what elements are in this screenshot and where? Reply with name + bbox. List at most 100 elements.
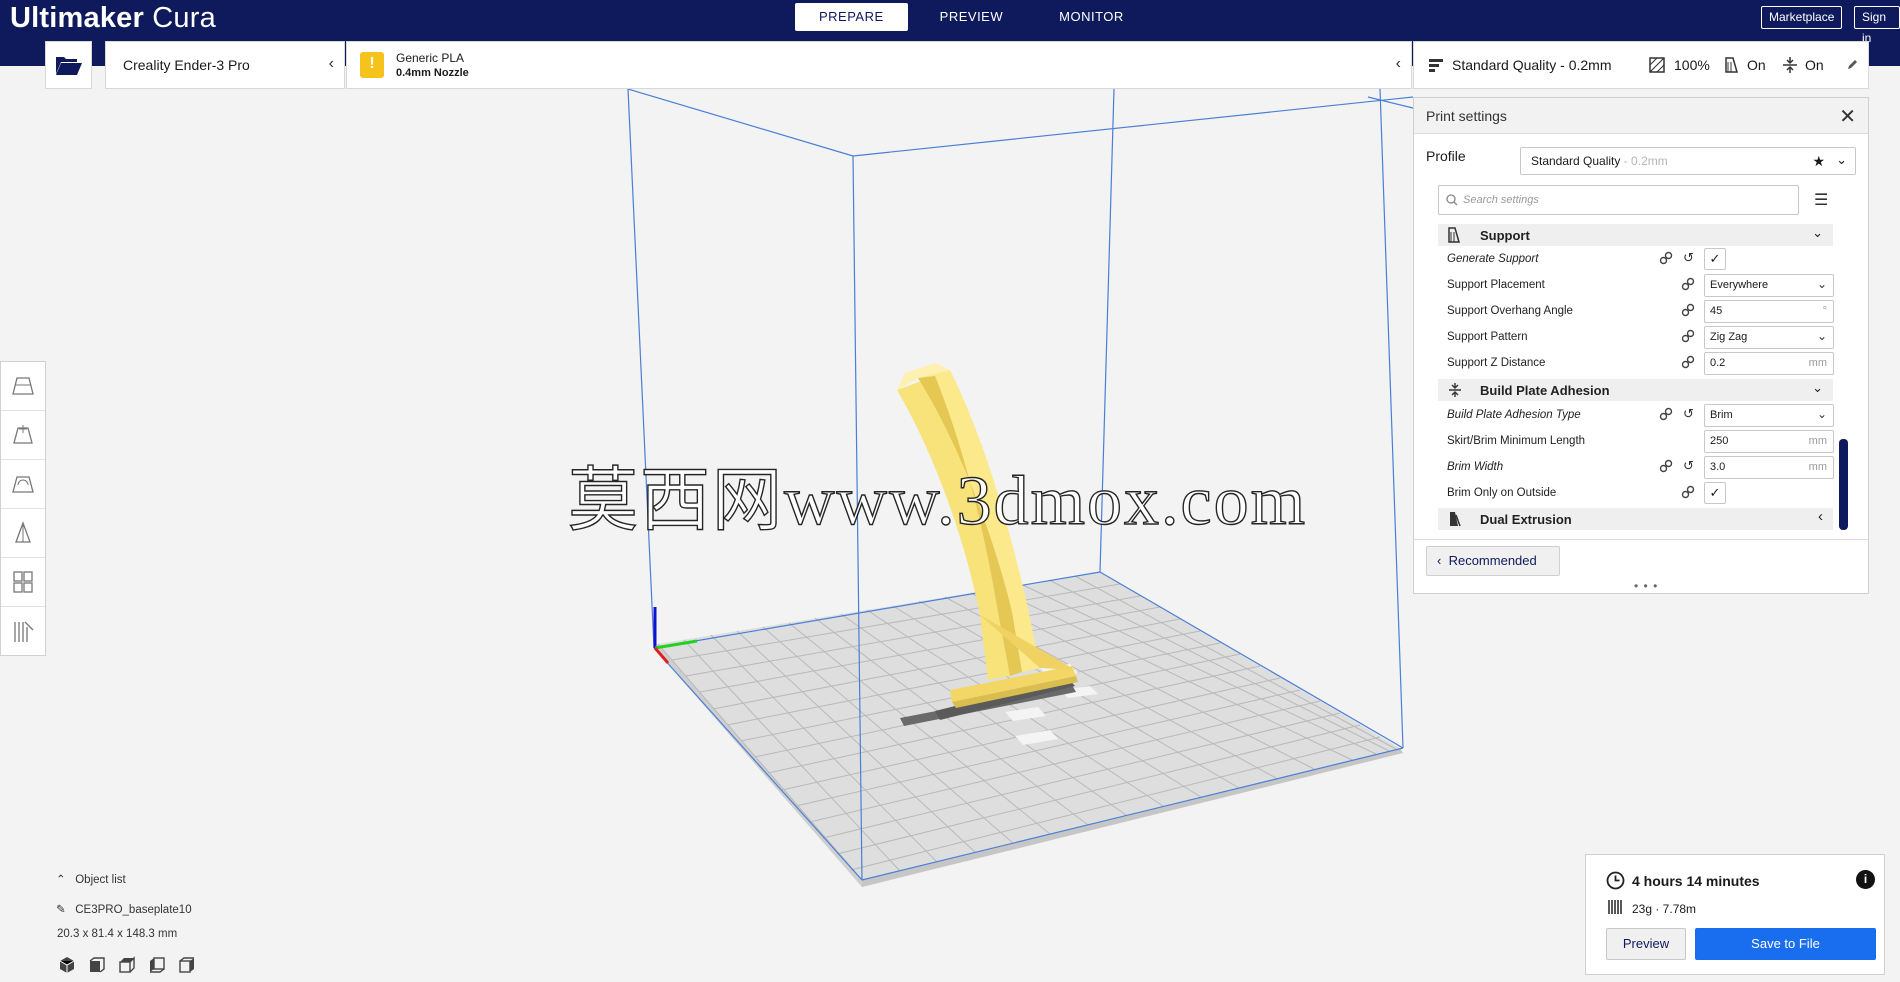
link-icon[interactable] bbox=[1681, 303, 1695, 317]
tab-preview[interactable]: PREVIEW bbox=[916, 3, 1027, 31]
link-icon[interactable] bbox=[1681, 485, 1695, 499]
settings-scrollbar[interactable] bbox=[1839, 439, 1848, 530]
view-left-icon[interactable] bbox=[148, 956, 166, 974]
support-blocker-icon bbox=[14, 621, 34, 642]
setting-label: Skirt/Brim Minimum Length bbox=[1447, 435, 1586, 447]
print-job-panel: 4 hours 14 minutes i 23g · 7.78m Preview… bbox=[1585, 854, 1885, 975]
print-setup-selector[interactable]: Standard Quality - 0.2mm 100% On On bbox=[1413, 41, 1869, 89]
mirror-tool-button[interactable] bbox=[1, 509, 45, 558]
setting-skirt-brim-minimum-length: Skirt/Brim Minimum Length 250 mm bbox=[1447, 429, 1834, 455]
print-settings-title: Print settings bbox=[1426, 107, 1507, 124]
link-icon[interactable] bbox=[1681, 329, 1695, 343]
printer-selector[interactable]: Creality Ender-3 Pro ‹ bbox=[105, 41, 345, 89]
close-icon[interactable]: ✕ bbox=[1839, 104, 1856, 129]
material-usage: 23g · 7.78m bbox=[1632, 902, 1697, 916]
tab-monitor[interactable]: MONITOR bbox=[1035, 3, 1148, 31]
star-icon[interactable]: ★ bbox=[1812, 148, 1825, 174]
app-title: Ultimaker Cura bbox=[10, 2, 216, 34]
adhesion-type-select[interactable]: Brim ⌄ bbox=[1704, 404, 1834, 427]
object-list-toggle[interactable]: ⌃ Object list bbox=[56, 872, 126, 886]
save-to-file-button[interactable]: Save to File bbox=[1695, 928, 1876, 960]
category-dual-extrusion[interactable]: Dual Extrusion ‹ bbox=[1438, 508, 1833, 530]
printer-name: Creality Ender-3 Pro bbox=[123, 57, 250, 73]
tab-prepare[interactable]: PREPARE bbox=[795, 3, 908, 31]
clock-icon bbox=[1606, 871, 1625, 890]
link-icon[interactable] bbox=[1681, 355, 1695, 369]
reset-icon[interactable]: ↺ bbox=[1683, 406, 1694, 422]
infill-value: 100% bbox=[1674, 57, 1710, 73]
scale-tool-button[interactable] bbox=[1, 411, 45, 460]
brim-width-input[interactable]: 3.0 mm bbox=[1704, 456, 1834, 479]
mirror-icon bbox=[15, 521, 31, 543]
setting-brim-only-on-outside: Brim Only on Outside ✓ bbox=[1447, 481, 1833, 507]
link-icon[interactable] bbox=[1659, 459, 1673, 473]
skirt-brim-min-length-input[interactable]: 250 mm bbox=[1704, 430, 1834, 453]
chevron-down-icon: ⌄ bbox=[1812, 225, 1823, 240]
profile-dropdown[interactable]: Standard Quality - 0.2mm ★ ⌄ bbox=[1520, 147, 1856, 175]
setting-label: Generate Support bbox=[1447, 253, 1539, 265]
per-model-settings-button[interactable] bbox=[1, 558, 45, 607]
setting-support-pattern: Support Pattern Zig Zag ⌄ bbox=[1447, 325, 1834, 351]
preview-button[interactable]: Preview bbox=[1606, 928, 1686, 960]
support-value: On bbox=[1747, 57, 1766, 73]
generate-support-checkbox[interactable]: ✓ bbox=[1704, 248, 1726, 270]
search-icon bbox=[1446, 194, 1458, 206]
rotate-icon bbox=[12, 476, 34, 493]
quality-label: Standard Quality - 0.2mm bbox=[1452, 57, 1612, 73]
recommended-button[interactable]: ‹ Recommended bbox=[1426, 546, 1560, 576]
category-label: Dual Extrusion bbox=[1480, 511, 1572, 527]
chevron-down-icon: ⌄ bbox=[1816, 407, 1827, 421]
support-placement-select[interactable]: Everywhere ⌄ bbox=[1704, 274, 1834, 297]
link-icon[interactable] bbox=[1681, 277, 1695, 291]
view-front-icon[interactable] bbox=[88, 956, 106, 974]
signin-button[interactable]: Sign in bbox=[1854, 6, 1900, 45]
support-blocker-button[interactable] bbox=[1, 607, 45, 656]
category-build-plate-adhesion[interactable]: Build Plate Adhesion ⌄ bbox=[1438, 379, 1833, 401]
open-file-button[interactable] bbox=[45, 41, 92, 89]
object-name-row[interactable]: ✎ CE3PRO_baseplate10 bbox=[56, 902, 192, 916]
resize-grip[interactable]: • • • bbox=[1634, 579, 1658, 593]
chevron-left-icon: ‹ bbox=[1818, 508, 1823, 525]
pencil-icon: ✎ bbox=[56, 904, 66, 916]
chevron-up-icon: ⌃ bbox=[56, 874, 66, 886]
adhesion-value: On bbox=[1805, 57, 1824, 73]
link-icon[interactable] bbox=[1659, 251, 1673, 265]
profile-label: Profile bbox=[1426, 148, 1466, 164]
chevron-down-icon: ⌄ bbox=[1836, 152, 1847, 167]
category-support[interactable]: Support ⌄ bbox=[1438, 224, 1833, 246]
chevron-down-icon: ⌄ bbox=[1816, 329, 1827, 343]
reset-icon[interactable]: ↺ bbox=[1683, 458, 1694, 474]
link-icon[interactable] bbox=[1659, 407, 1673, 421]
object-name: CE3PRO_baseplate10 bbox=[75, 904, 192, 916]
setting-support-z-distance: Support Z Distance 0.2 mm bbox=[1447, 351, 1834, 377]
move-tool-button[interactable] bbox=[1, 362, 45, 411]
support-pattern-select[interactable]: Zig Zag ⌄ bbox=[1704, 326, 1834, 349]
rotate-tool-button[interactable] bbox=[1, 460, 45, 509]
warning-icon: ! bbox=[360, 52, 384, 78]
print-settings-header: Print settings ✕ bbox=[1414, 98, 1868, 134]
chevron-left-icon: ‹ bbox=[1437, 553, 1442, 568]
brim-only-outside-checkbox[interactable]: ✓ bbox=[1704, 482, 1726, 504]
reset-icon[interactable]: ↺ bbox=[1683, 250, 1694, 266]
support-overhang-angle-input[interactable]: 45 ° bbox=[1704, 300, 1834, 323]
hamburger-menu-icon[interactable]: ☰ bbox=[1814, 190, 1828, 210]
setting-generate-support: Generate Support ↺ ✓ bbox=[1447, 247, 1833, 273]
nozzle-size: 0.4mm Nozzle bbox=[396, 67, 469, 79]
spool-icon bbox=[1608, 900, 1622, 914]
view-top-icon[interactable] bbox=[118, 956, 136, 974]
info-icon[interactable]: i bbox=[1856, 870, 1875, 889]
marketplace-button[interactable]: Marketplace bbox=[1761, 6, 1843, 29]
object-dimensions: 20.3 x 81.4 x 148.3 mm bbox=[57, 928, 178, 940]
material-selector[interactable]: ! Generic PLA 0.4mm Nozzle ‹ bbox=[346, 41, 1412, 89]
setting-label: Support Placement bbox=[1447, 279, 1545, 291]
support-z-distance-input[interactable]: 0.2 mm bbox=[1704, 352, 1834, 375]
search-settings-input[interactable]: Search settings bbox=[1438, 185, 1799, 215]
chevron-left-icon: ‹ bbox=[328, 55, 334, 72]
adhesion-icon bbox=[1783, 57, 1797, 73]
view-right-icon[interactable] bbox=[178, 956, 196, 974]
stage-tabs: PREPARE PREVIEW MONITOR bbox=[795, 3, 1148, 31]
view-3d-icon[interactable] bbox=[58, 956, 76, 974]
category-label: Build Plate Adhesion bbox=[1480, 382, 1610, 398]
scale-icon bbox=[13, 425, 33, 444]
print-time: 4 hours 14 minutes bbox=[1632, 873, 1760, 889]
